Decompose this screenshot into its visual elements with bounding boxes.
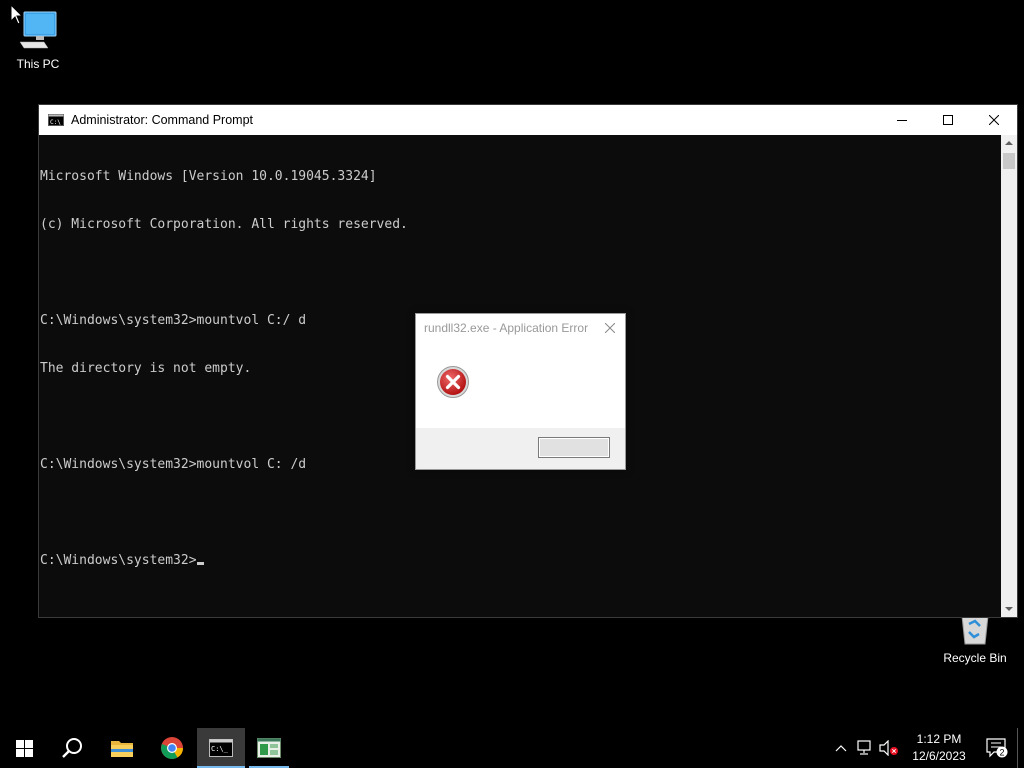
console-line: Microsoft Windows [Version 10.0.19045.33… <box>40 169 377 184</box>
notification-icon: 2 <box>986 738 1008 758</box>
chevron-up-icon <box>1005 141 1013 145</box>
folder-icon <box>111 741 133 757</box>
text-cursor <box>196 562 204 565</box>
clock-date: 12/6/2023 <box>912 749 966 763</box>
recycle-bin-label: Recycle Bin <box>943 651 1007 665</box>
maximize-icon <box>943 115 953 125</box>
task-manager-button[interactable] <box>245 728 293 768</box>
windows-logo-icon <box>15 739 33 757</box>
error-icon <box>437 366 469 398</box>
system-tray: 1:12 PM 12/6/2023 2 <box>829 728 1024 768</box>
action-center-button[interactable]: 2 <box>977 728 1017 768</box>
dialog-footer <box>416 428 625 469</box>
cmd-icon: C:\ <box>48 114 64 126</box>
notification-count: 2 <box>999 748 1004 758</box>
console-prompt-line: C:\Windows\system32> <box>40 553 1001 569</box>
console-prompt: C:\Windows\system32> <box>40 553 197 568</box>
show-hidden-icons-button[interactable] <box>829 728 853 768</box>
svg-text:C:\: C:\ <box>50 119 61 126</box>
volume-muted-icon <box>879 740 898 756</box>
scroll-thumb[interactable] <box>1003 153 1015 169</box>
clock[interactable]: 1:12 PM 12/6/2023 <box>901 731 977 765</box>
taskbar: C:\_ 1:12 PM 12/6/2023 2 <box>0 728 1024 768</box>
chrome-button[interactable] <box>148 728 196 768</box>
network-icon <box>857 740 871 755</box>
chevron-up-icon <box>835 745 847 752</box>
close-icon <box>605 323 615 333</box>
svg-text:C:\_: C:\_ <box>211 745 229 753</box>
window-title: Administrator: Command Prompt <box>71 113 254 127</box>
command-prompt-taskbar-button[interactable]: C:\_ <box>197 728 245 768</box>
cmd-icon: C:\_ <box>209 739 233 757</box>
clock-time: 1:12 PM <box>916 732 962 746</box>
maximize-button[interactable] <box>925 105 971 135</box>
this-pc-label: This PC <box>16 57 60 71</box>
search-button[interactable] <box>48 728 96 768</box>
desktop: This PC Recycle Bin C:\ Administrator: C… <box>0 0 1024 768</box>
dialog-close-button[interactable] <box>595 314 625 342</box>
volume-button[interactable] <box>877 728 901 768</box>
scroll-up-button[interactable] <box>1001 135 1017 151</box>
minimize-icon <box>897 120 907 121</box>
chrome-icon <box>161 737 183 759</box>
scroll-down-button[interactable] <box>1001 601 1017 617</box>
application-error-dialog: rundll32.exe - Application Error <box>415 313 626 470</box>
show-desktop-button[interactable] <box>1017 728 1024 768</box>
ok-button[interactable] <box>538 437 610 458</box>
window-titlebar[interactable]: C:\ Administrator: Command Prompt <box>39 105 1017 135</box>
vertical-scrollbar[interactable] <box>1001 135 1017 617</box>
recycle-bin-shortcut[interactable]: Recycle Bin <box>937 612 1013 665</box>
console-line: (c) Microsoft Corporation. All rights re… <box>40 217 408 232</box>
dialog-title: rundll32.exe - Application Error <box>424 321 589 335</box>
close-button[interactable] <box>971 105 1017 135</box>
minimize-button[interactable] <box>879 105 925 135</box>
dialog-titlebar[interactable]: rundll32.exe - Application Error <box>416 314 625 342</box>
close-icon <box>989 115 999 125</box>
chevron-down-icon <box>1005 607 1013 611</box>
task-manager-icon <box>257 738 281 758</box>
start-button[interactable] <box>0 728 48 768</box>
mouse-pointer-icon <box>10 4 24 25</box>
network-button[interactable] <box>853 728 877 768</box>
file-explorer-button[interactable] <box>98 728 146 768</box>
search-icon <box>62 738 82 758</box>
